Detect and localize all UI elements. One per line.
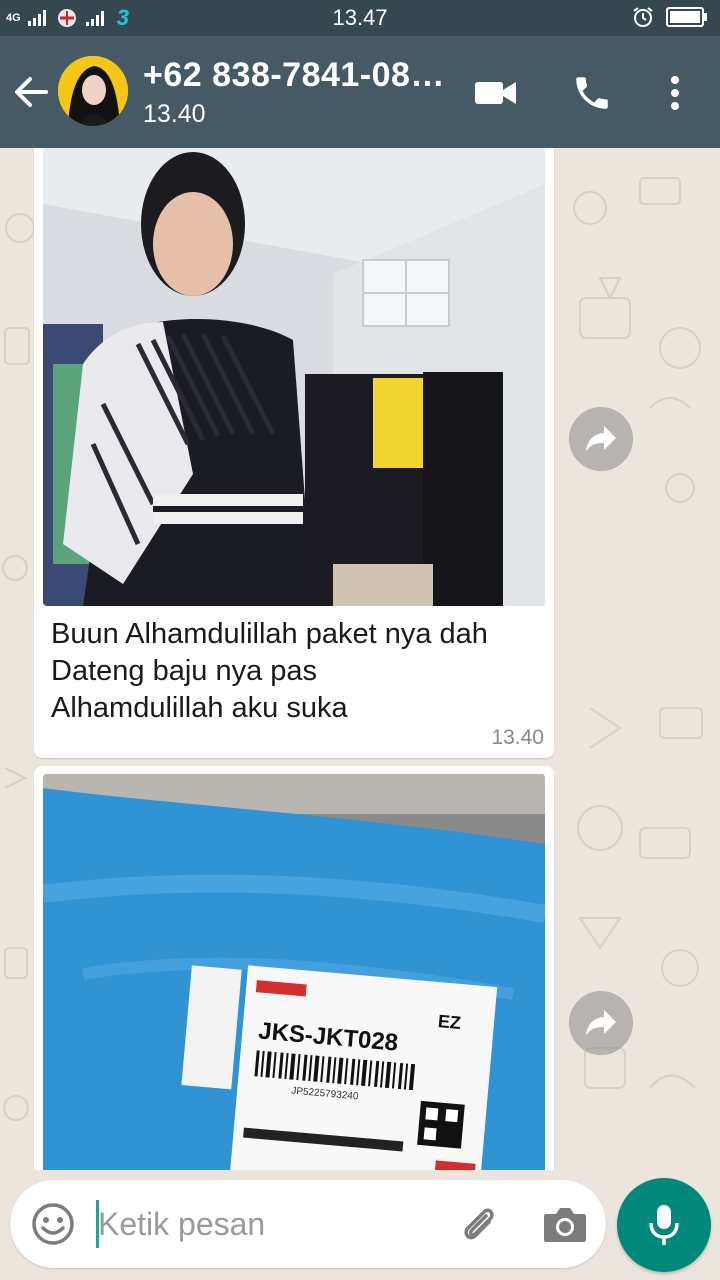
forward-icon xyxy=(586,1010,616,1036)
message-composer xyxy=(10,1180,606,1268)
camera-icon xyxy=(544,1208,586,1242)
more-vert-icon xyxy=(671,76,679,110)
parcel-photo: EZ JKS-JKT028 JP5225793240 xyxy=(43,774,545,1170)
message-bubble-1[interactable]: Buun Alhamdulillah paket nya dah Dateng … xyxy=(34,148,554,758)
clock: 13.47 xyxy=(332,5,388,30)
paperclip-icon xyxy=(464,1208,494,1240)
camera-button[interactable] xyxy=(542,1204,588,1244)
message-input[interactable] xyxy=(98,1194,428,1254)
alarm-icon xyxy=(633,7,653,27)
message-caption-1: Buun Alhamdulillah paket nya dah Dateng … xyxy=(51,616,541,727)
forward-button-1[interactable] xyxy=(569,407,633,471)
selfie-photo xyxy=(43,148,545,606)
forward-icon xyxy=(586,426,616,452)
caption-line-2: Dateng baju nya pas xyxy=(51,655,318,687)
avatar-photo xyxy=(58,56,128,126)
battery-icon xyxy=(666,7,707,27)
label-tag-text: EZ xyxy=(437,1011,462,1033)
caption-line-1: Buun Alhamdulillah paket nya dah xyxy=(51,618,488,650)
back-button[interactable] xyxy=(12,70,52,114)
contact-name[interactable]: +62 838-7841-08… xyxy=(143,56,445,95)
message-image-1[interactable] xyxy=(43,148,545,606)
forward-button-2[interactable] xyxy=(569,991,633,1055)
mic-button[interactable] xyxy=(617,1178,711,1272)
emoji-button[interactable] xyxy=(30,1201,76,1247)
chat-header: +62 838-7841-08… 13.40 xyxy=(0,36,720,148)
back-arrow-icon xyxy=(15,77,48,107)
chat-area[interactable]: Buun Alhamdulillah paket nya dah Dateng … xyxy=(0,148,720,1170)
attach-button[interactable] xyxy=(456,1202,502,1248)
video-call-icon xyxy=(475,82,516,104)
message-image-2[interactable]: EZ JKS-JKT028 JP5225793240 xyxy=(43,774,545,1170)
message-bubble-2[interactable]: EZ JKS-JKT028 JP5225793240 xyxy=(34,766,554,1170)
status-bar: 4G 3 13.47 xyxy=(0,0,720,36)
message-time-1: 13.40 xyxy=(491,726,544,749)
last-seen: 13.40 xyxy=(143,100,206,128)
status-right xyxy=(632,6,708,28)
caption-line-3: Alhamdulillah aku suka xyxy=(51,692,348,724)
video-call-button[interactable] xyxy=(474,72,518,114)
emoji-icon xyxy=(32,1203,74,1245)
more-options-button[interactable] xyxy=(660,72,690,114)
mic-icon xyxy=(649,1205,679,1245)
avatar[interactable] xyxy=(58,56,128,126)
voice-call-button[interactable] xyxy=(570,72,614,114)
voice-call-icon xyxy=(576,77,608,109)
